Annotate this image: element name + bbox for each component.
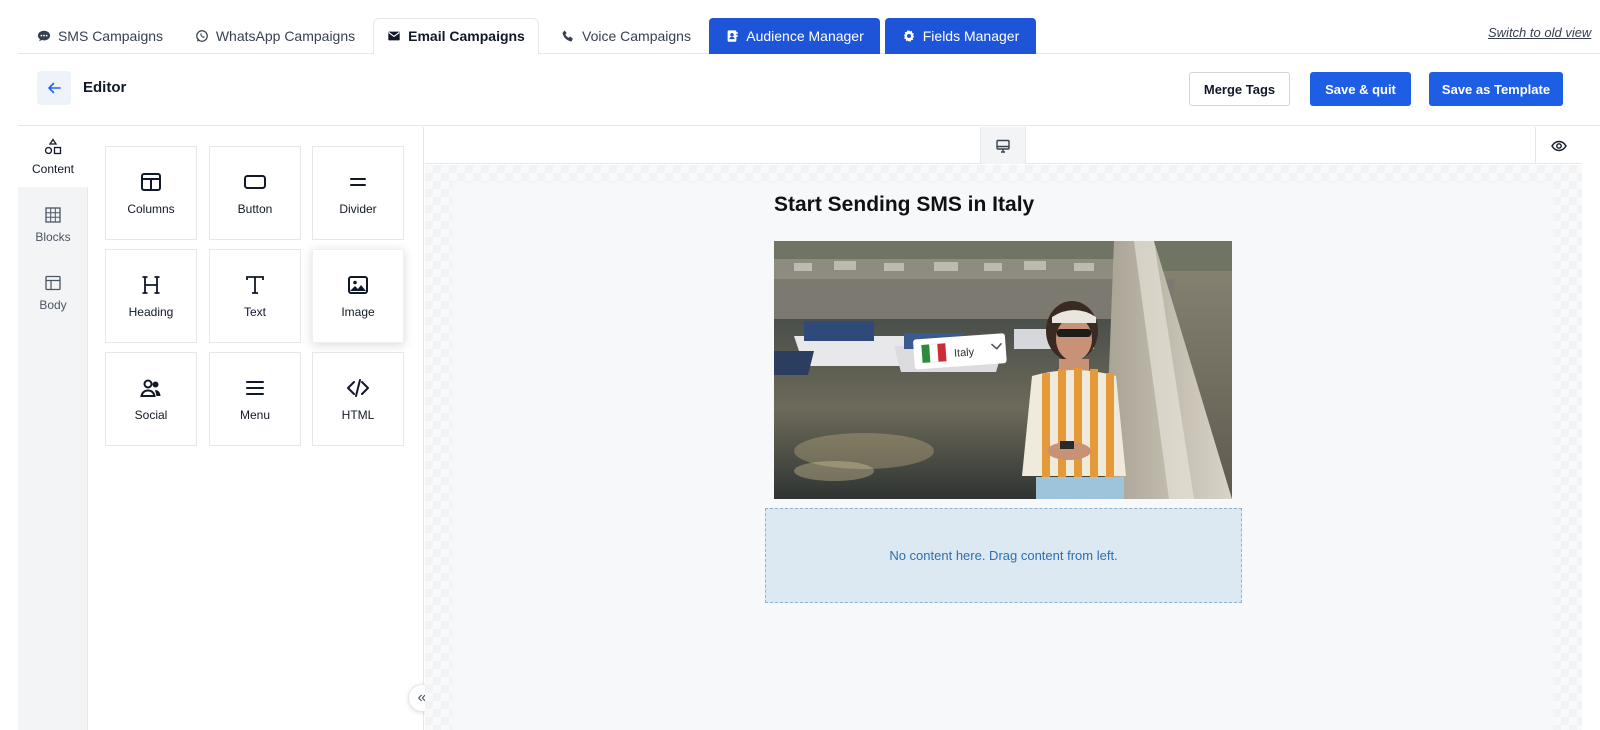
tool-label: Menu xyxy=(239,408,271,422)
drop-zone-message: No content here. Drag content from left. xyxy=(889,548,1118,563)
rail-item-body[interactable]: Body xyxy=(18,263,88,323)
tab-voice-campaigns[interactable]: Voice Campaigns xyxy=(545,18,707,54)
rail-item-blocks[interactable]: Blocks xyxy=(18,195,88,255)
desktop-view-button[interactable] xyxy=(980,127,1026,164)
switch-to-old-view-link[interactable]: Switch to old view xyxy=(1488,25,1591,40)
content-tools-panel: Columns Button Divider Heading Text Imag… xyxy=(88,127,436,730)
arrow-left-icon xyxy=(48,82,61,94)
gear-icon xyxy=(903,29,914,43)
address-book-icon xyxy=(727,30,738,42)
tool-text[interactable]: Text xyxy=(209,249,301,343)
content-drop-zone[interactable]: No content here. Drag content from left. xyxy=(765,508,1242,603)
editor-title: Editor xyxy=(83,79,127,96)
email-heading[interactable]: Start Sending SMS in Italy xyxy=(774,193,1034,217)
envelope-icon xyxy=(388,31,400,41)
tab-whatsapp-campaigns[interactable]: WhatsApp Campaigns xyxy=(180,18,370,54)
tab-audience-manager[interactable]: Audience Manager xyxy=(709,18,880,54)
tool-label: HTML xyxy=(341,408,375,422)
tool-image[interactable]: Image xyxy=(312,249,404,343)
tool-social[interactable]: Social xyxy=(105,352,197,446)
menu-icon xyxy=(246,381,264,395)
whatsapp-icon xyxy=(195,30,208,42)
image-tag-text: Italy xyxy=(954,346,975,359)
eye-icon xyxy=(1551,140,1567,151)
rail-label: Content xyxy=(31,162,75,176)
save-as-template-button[interactable]: Save as Template xyxy=(1429,72,1563,106)
editor-side-rail: Content Blocks Body xyxy=(18,127,93,730)
merge-tags-button[interactable]: Merge Tags xyxy=(1189,72,1290,106)
tab-fields-manager[interactable]: Fields Manager xyxy=(885,18,1036,54)
code-icon xyxy=(347,379,369,397)
tool-label: Text xyxy=(243,305,266,319)
blocks-icon xyxy=(45,207,61,223)
monitor-icon xyxy=(996,139,1010,153)
rail-label: Blocks xyxy=(35,230,71,244)
text-icon xyxy=(246,276,264,294)
canvas-toolbar xyxy=(425,127,1582,164)
users-icon xyxy=(140,379,161,397)
tool-menu[interactable]: Menu xyxy=(209,352,301,446)
heading-icon xyxy=(142,276,160,294)
tab-label: Email Campaigns xyxy=(408,28,525,44)
tool-label: Image xyxy=(341,305,375,319)
divider-icon xyxy=(350,178,366,186)
tab-label: Audience Manager xyxy=(746,28,864,44)
hero-image[interactable]: Italy xyxy=(774,241,1232,499)
shapes-icon xyxy=(44,138,62,155)
chat-bubble-icon xyxy=(37,30,51,42)
columns-icon xyxy=(141,173,161,191)
tab-label: WhatsApp Campaigns xyxy=(215,28,356,44)
tool-label: Heading xyxy=(128,305,174,319)
rail-label: Body xyxy=(39,298,67,312)
tab-label: Voice Campaigns xyxy=(582,28,691,44)
rail-item-content[interactable]: Content xyxy=(18,127,93,187)
phone-icon xyxy=(562,30,573,42)
hero-photo: Italy xyxy=(774,241,1232,499)
editor-header: Editor Merge Tags Save & quit Save as Te… xyxy=(18,54,1600,126)
tool-label: Divider xyxy=(339,202,377,216)
tool-divider[interactable]: Divider xyxy=(312,146,404,240)
preview-button[interactable] xyxy=(1535,127,1582,164)
tool-label: Button xyxy=(237,202,273,216)
tab-email-campaigns[interactable]: Email Campaigns xyxy=(373,18,539,54)
top-tab-bar: SMS Campaigns WhatsApp Campaigns Email C… xyxy=(0,0,1600,54)
tool-button[interactable]: Button xyxy=(209,146,301,240)
tab-label: SMS Campaigns xyxy=(57,28,164,44)
tool-heading[interactable]: Heading xyxy=(105,249,197,343)
tab-label: Fields Manager xyxy=(922,28,1020,44)
tool-label: Social xyxy=(134,408,168,422)
image-icon xyxy=(348,276,368,294)
layout-icon xyxy=(45,275,61,291)
back-button[interactable] xyxy=(37,71,71,105)
tool-html[interactable]: HTML xyxy=(312,352,404,446)
save-and-quit-button[interactable]: Save & quit xyxy=(1310,72,1411,106)
button-icon xyxy=(244,175,266,189)
tab-sms-campaigns[interactable]: SMS Campaigns xyxy=(20,18,180,54)
tool-columns[interactable]: Columns xyxy=(105,146,197,240)
tool-label: Columns xyxy=(127,202,175,216)
